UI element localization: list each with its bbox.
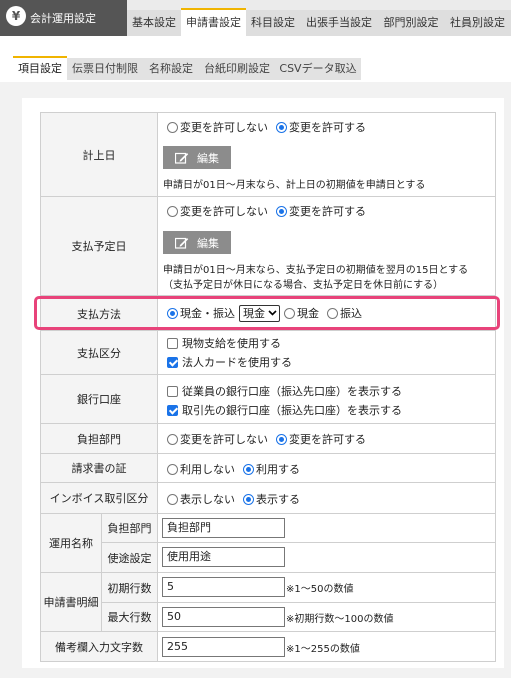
- invoice-show-radio[interactable]: [243, 493, 254, 505]
- checkbox-label: 取引先の銀行口座（振込先口座）を表示する: [182, 404, 402, 417]
- shiharai-yoteibi-note-1: 申請日が01日～月末なら、支払予定日の初期値を翌月の15日とする: [163, 265, 469, 276]
- jugyoin-koza-checkbox[interactable]: [167, 385, 178, 397]
- tab-bumon[interactable]: 部門別設定: [378, 10, 444, 36]
- ginko-koza-check-1: 従業員の銀行口座（振込先口座）を表示する: [167, 383, 402, 399]
- houjin-card-checkbox[interactable]: [167, 356, 178, 368]
- tab-kamoku[interactable]: 科目設定: [246, 10, 300, 36]
- seikyusho-on-radio[interactable]: [243, 463, 254, 475]
- sub-label-saidai-gyosu: 最大行数: [101, 602, 158, 632]
- option-label: 変更を許可する: [289, 205, 366, 218]
- sub-label-futan-bumon: 負担部門: [101, 513, 158, 543]
- seikyusho-off-radio[interactable]: [167, 463, 178, 475]
- option-label: 変更を許可しない: [180, 205, 268, 218]
- shiharai-yoteibi-deny-radio[interactable]: [167, 205, 178, 217]
- subtab-daishi-insatsu[interactable]: 台紙印刷設定: [199, 58, 275, 80]
- app-title: 会計運用設定: [30, 12, 96, 25]
- yen-icon: ¥: [6, 6, 26, 26]
- row-label-keijobi: 計上日: [40, 112, 158, 197]
- app-header: ¥ 会計運用設定: [0, 0, 127, 36]
- keijobi-radio-group: 変更を許可しない 変更を許可する: [167, 119, 366, 135]
- keijobi-deny-radio[interactable]: [167, 121, 178, 133]
- row-label-shiharai-yoteibi: 支払予定日: [40, 196, 158, 296]
- bikoran-mojisu-input[interactable]: 255: [162, 637, 285, 657]
- option-label: 変更を許可しない: [180, 433, 268, 446]
- ginko-koza-check-2: 取引先の銀行口座（振込先口座）を表示する: [167, 402, 402, 418]
- sub-label-shito-settei: 使途設定: [101, 542, 158, 573]
- keijobi-note: 申請日が01日～月末なら、計上日の初期値を申請日とする: [163, 180, 426, 191]
- subtab-denpyo-hiduke[interactable]: 伝票日付制限: [67, 58, 143, 80]
- row-label-futan-bumon: 負担部門: [40, 423, 158, 454]
- option-label: 変更を許可する: [289, 121, 366, 134]
- saidai-gyosu-input[interactable]: 50: [162, 607, 285, 627]
- invoice-radio-group: 表示しない 表示する: [167, 491, 300, 507]
- shiharai-kubun-check-1: 現物支給を使用する: [167, 335, 281, 351]
- shiharai-yoteibi-allow-radio[interactable]: [276, 205, 287, 217]
- bikoran-mojisu-hint: ※1～255の数値: [286, 644, 360, 655]
- seikyusho-radio-group: 利用しない 利用する: [167, 461, 300, 477]
- row-label-bikoran: 備考欄入力文字数: [40, 631, 158, 662]
- edit-button-label: 編集: [197, 236, 219, 250]
- invoice-hide-radio[interactable]: [167, 493, 178, 505]
- keijobi-allow-radio[interactable]: [276, 121, 287, 133]
- sub-label-shoki-gyosu: 初期行数: [101, 572, 158, 603]
- subtab-koumoku[interactable]: 項目設定: [13, 56, 67, 80]
- option-label: 利用する: [256, 463, 300, 476]
- row-label-unyo-meisho: 運用名称: [40, 513, 102, 573]
- futan-bumon-name-input[interactable]: 負担部門: [162, 518, 285, 538]
- checkbox-label: 従業員の銀行口座（振込先口座）を表示する: [182, 385, 402, 398]
- subtab-csv-torikomi[interactable]: CSVデータ取込: [275, 58, 361, 80]
- edit-icon: [175, 152, 189, 164]
- shiharai-houhou-highlight: [34, 296, 500, 330]
- shiharai-yoteibi-edit-button[interactable]: 編集: [163, 231, 231, 254]
- edit-icon: [175, 237, 189, 249]
- keijobi-edit-button[interactable]: 編集: [163, 146, 231, 169]
- shiharai-yoteibi-radio-group: 変更を許可しない 変更を許可する: [167, 203, 366, 219]
- checkbox-label: 現物支給を使用する: [182, 337, 281, 350]
- option-label: 利用しない: [180, 463, 235, 476]
- genbutsu-shikyu-checkbox[interactable]: [167, 337, 178, 349]
- option-label: 表示する: [256, 493, 300, 506]
- option-label: 変更を許可しない: [180, 121, 268, 134]
- row-label-seikyusho: 請求書の証: [40, 453, 158, 483]
- row-label-invoice: インボイス取引区分: [40, 482, 158, 514]
- shoki-gyosu-hint: ※1～50の数値: [286, 584, 354, 595]
- torihikisaki-koza-checkbox[interactable]: [167, 404, 178, 416]
- shiharai-yoteibi-note-2: （支払予定日が休日になる場合、支払予定日を休日前にする）: [163, 280, 444, 291]
- shoki-gyosu-input[interactable]: 5: [162, 577, 285, 597]
- row-label-shiharai-kubun: 支払区分: [40, 330, 158, 375]
- futan-bumon-radio-group: 変更を許可しない 変更を許可する: [167, 431, 366, 447]
- tab-shain[interactable]: 社員別設定: [444, 10, 511, 36]
- tab-kihon[interactable]: 基本設定: [127, 10, 181, 36]
- row-label-shinseisho-meisai: 申請書明細: [40, 572, 102, 632]
- checkbox-label: 法人カードを使用する: [182, 356, 292, 369]
- tab-shinseisho[interactable]: 申請書設定: [181, 8, 246, 36]
- tab-shutcho-teate[interactable]: 出張手当設定: [300, 10, 378, 36]
- subtab-meisho[interactable]: 名称設定: [143, 58, 199, 80]
- option-label: 変更を許可する: [289, 433, 366, 446]
- futan-bumon-allow-radio[interactable]: [276, 433, 287, 445]
- option-label: 表示しない: [180, 493, 235, 506]
- saidai-gyosu-hint: ※初期行数～100の数値: [286, 614, 394, 625]
- shito-settei-name-input[interactable]: 使用用途: [162, 547, 285, 567]
- futan-bumon-deny-radio[interactable]: [167, 433, 178, 445]
- shiharai-kubun-check-2: 法人カードを使用する: [167, 354, 292, 370]
- edit-button-label: 編集: [197, 151, 219, 165]
- row-label-ginko-koza: 銀行口座: [40, 374, 158, 424]
